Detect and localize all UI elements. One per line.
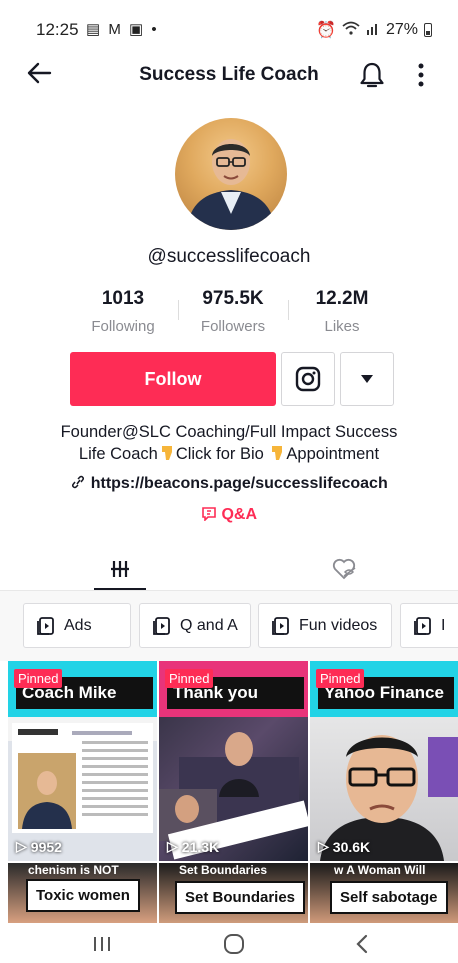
stat-likes[interactable]: 12.2M Likes: [282, 288, 402, 335]
video-tile[interactable]: Set Boundaries Set Boundaries: [159, 863, 308, 923]
link-icon: [72, 475, 85, 489]
home-button[interactable]: [214, 931, 254, 957]
wifi-icon: [342, 21, 360, 40]
notification-button[interactable]: [358, 60, 386, 90]
instagram-icon: [295, 366, 321, 392]
playlist-chip-more[interactable]: I: [400, 603, 458, 648]
page-title: Success Life Coach: [139, 64, 319, 85]
username: @successlifecoach: [147, 246, 311, 267]
bio-line-2b: Click for Bio: [175, 445, 269, 463]
bio-line-2c: Appointment: [286, 445, 380, 463]
stat-following[interactable]: 1013 Following: [63, 288, 183, 335]
home-icon: [224, 934, 244, 954]
status-right: ⏰ 27%: [316, 20, 432, 40]
playlist-chip-qanda[interactable]: Q and A: [139, 603, 251, 648]
system-nav-bar: [0, 923, 458, 963]
video-tile[interactable]: Pinned Coach Mike ▷ 9952: [8, 661, 157, 861]
bio-link-text: https://beacons.page/successlifecoach: [90, 475, 388, 492]
bio-link[interactable]: https://beacons.page/successlifecoach: [0, 475, 458, 493]
bio-line-2: Life Coach Click for Bio Appointment: [40, 443, 418, 465]
bio: Founder@SLC Coaching/Full Impact Success…: [40, 421, 418, 465]
more-options-button[interactable]: [414, 60, 428, 90]
likes-label: Likes: [324, 318, 360, 335]
pinned-badge: Pinned: [316, 669, 365, 688]
playlist-icon: [37, 616, 54, 635]
followers-label: Followers: [200, 318, 266, 335]
tab-videos[interactable]: [5, 548, 234, 590]
recent-apps-icon: [94, 937, 110, 951]
profile-tabs: [0, 548, 458, 590]
battery-icon: [424, 23, 432, 37]
instagram-button[interactable]: [281, 352, 335, 406]
video-caption: Set Boundaries: [175, 881, 306, 914]
grid-icon: [110, 561, 129, 577]
view-count: ▷ 21.3K: [167, 838, 219, 855]
stat-followers[interactable]: 975.5K Followers: [173, 288, 293, 335]
suggested-accounts-button[interactable]: [340, 352, 394, 406]
play-icon: ▷: [318, 838, 329, 854]
view-count-value: 9952: [30, 838, 62, 855]
likes-count: 12.2M: [315, 288, 369, 309]
pinned-badge: Pinned: [165, 669, 214, 688]
pinned-badge: Pinned: [14, 669, 63, 688]
playlist-chip-label: Fun videos: [299, 616, 378, 634]
video-top-text: chenism is NOT: [28, 863, 119, 877]
play-icon: ▷: [16, 838, 27, 854]
video-grid: Pinned Coach Mike ▷ 9952 Pinned Thank you: [0, 661, 458, 923]
hidden-heart-icon: [332, 558, 355, 580]
notification-icons: ▤ M ▣ •: [86, 21, 159, 38]
playlist-icon: [272, 616, 289, 635]
playlist-chip-ads[interactable]: Ads: [23, 603, 131, 648]
alarm-icon: ⏰: [316, 22, 336, 39]
followers-count: 975.5K: [202, 288, 264, 309]
qa-icon: [202, 507, 216, 522]
qa-label: Q&A: [221, 506, 257, 523]
playlist-chip-label: I: [441, 616, 446, 634]
playlist-chip-label: Q and A: [180, 616, 238, 634]
status-time: 12:25: [36, 20, 79, 39]
video-tile[interactable]: Pinned Yahoo Finance ▷ 30.6K: [310, 661, 458, 861]
bio-line-2a: Life Coach: [78, 445, 158, 463]
video-tile[interactable]: chenism is NOT Toxic women: [8, 863, 157, 923]
signal-icon: [366, 21, 380, 40]
playlist-icon: [153, 616, 170, 635]
playlist-chip-fun-videos[interactable]: Fun videos: [258, 603, 392, 648]
caret-down-icon: [361, 375, 373, 383]
video-top-text: Set Boundaries: [179, 863, 268, 877]
point-down-emoji-icon: [272, 446, 283, 460]
view-count-value: 30.6K: [332, 838, 371, 855]
play-icon: ▷: [167, 838, 178, 854]
battery-percent: 27%: [385, 21, 418, 38]
tab-liked-private[interactable]: [229, 548, 458, 590]
thumbnail-document-graphic: [12, 723, 153, 833]
bio-line-1: Founder@SLC Coaching/Full Impact Success: [60, 423, 398, 441]
back-nav-button[interactable]: [342, 931, 382, 957]
following-count: 1013: [101, 288, 145, 309]
status-bar: 12:25 ▤ M ▣ • ⏰ 27%: [0, 0, 458, 52]
view-count: ▷ 30.6K: [318, 838, 370, 855]
avatar[interactable]: [175, 118, 287, 230]
more-vertical-icon: [418, 63, 424, 87]
video-tile[interactable]: w A Woman Will Self sabotage: [310, 863, 458, 923]
chevron-left-icon: [356, 934, 368, 954]
profile-header: Success Life Coach: [0, 52, 458, 98]
recent-apps-button[interactable]: [82, 931, 122, 957]
point-down-emoji-icon: [161, 446, 172, 460]
follow-button[interactable]: Follow: [70, 352, 276, 406]
playlist-icon: [414, 616, 431, 635]
video-caption: Self sabotage: [330, 881, 448, 914]
view-count: ▷ 9952: [16, 838, 62, 855]
video-tile[interactable]: Pinned Thank you ▷ 21.3K: [159, 661, 308, 861]
playlist-chips: Ads Q and A Fun videos I: [0, 591, 458, 661]
view-count-value: 21.3K: [181, 838, 220, 855]
qa-link[interactable]: Q&A: [0, 506, 458, 524]
bell-icon: [360, 62, 384, 88]
avatar-photo: [187, 139, 275, 230]
following-label: Following: [91, 318, 155, 335]
video-top-text: w A Woman Will: [334, 863, 426, 877]
playlist-chip-label: Ads: [64, 616, 92, 634]
video-caption: Toxic women: [26, 879, 140, 912]
